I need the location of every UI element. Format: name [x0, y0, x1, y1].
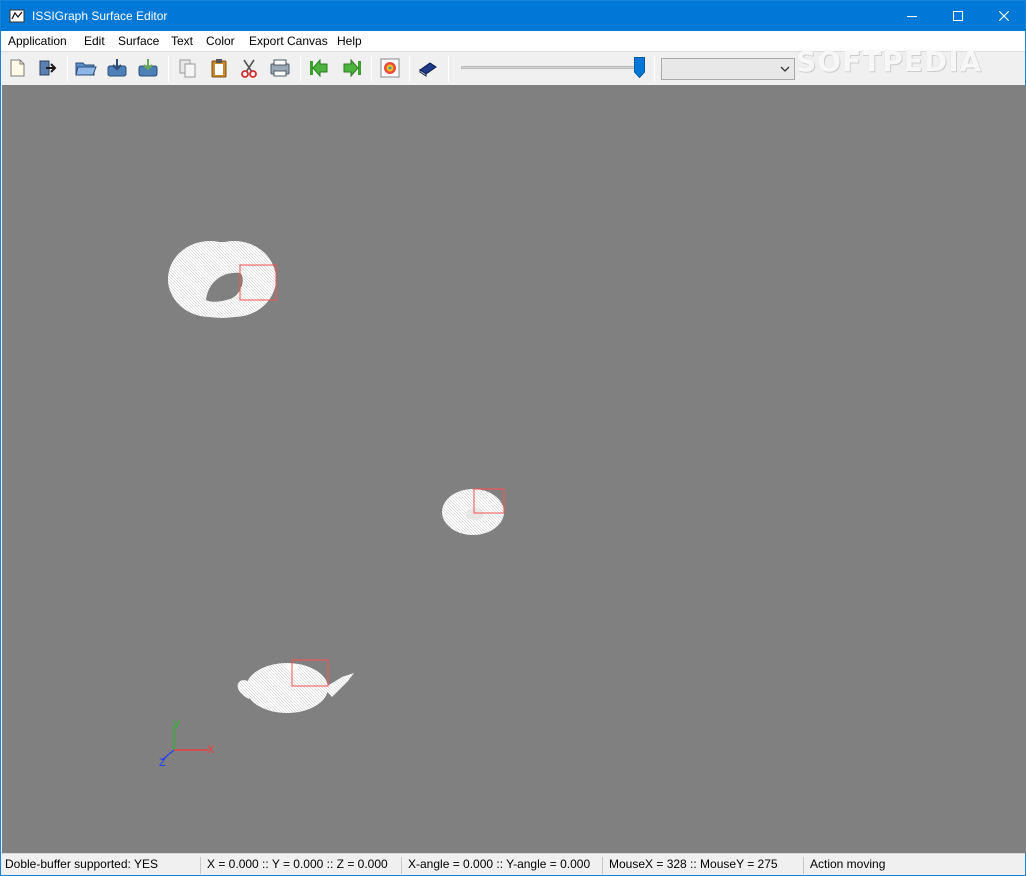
axis-x-label: X: [207, 744, 215, 756]
status-double-buffer: Doble-buffer supported: YES: [1, 857, 201, 874]
close-icon: [999, 11, 1009, 21]
previous-icon: [310, 58, 328, 78]
status-mouse: MouseX = 328 :: MouseY = 275: [605, 857, 804, 874]
new-button[interactable]: [5, 56, 29, 80]
cut-icon: [241, 59, 257, 78]
render-canvas[interactable]: X Y Z: [2, 85, 1026, 853]
maximize-button[interactable]: [935, 1, 981, 31]
app-icon: [9, 8, 25, 24]
title-bar[interactable]: ISSIGraph Surface Editor: [1, 1, 1025, 31]
menu-surface[interactable]: Surface: [118, 34, 159, 48]
exit-icon: [39, 60, 57, 76]
minimize-button[interactable]: [889, 1, 935, 31]
toolbar-separator: [448, 56, 449, 82]
status-xyz: X = 0.000 :: Y = 0.000 :: Z = 0.000: [203, 857, 402, 874]
menu-text[interactable]: Text: [171, 34, 193, 48]
toolbar-separator: [300, 56, 301, 82]
previous-button[interactable]: [307, 56, 331, 80]
next-button[interactable]: [340, 56, 364, 80]
open-folder-icon: [75, 62, 97, 76]
save-as-button[interactable]: [136, 56, 160, 80]
menu-help[interactable]: Help: [337, 34, 362, 48]
print-icon: [270, 59, 290, 77]
color-palette-icon: [380, 58, 400, 78]
toolbar-separator: [654, 56, 655, 82]
axes-gizmo: X Y Z: [159, 719, 215, 769]
minimize-icon: [907, 16, 917, 17]
window-title: ISSIGraph Surface Editor: [32, 9, 168, 23]
toolbar-separator: [409, 56, 410, 82]
app-window: ISSIGraph Surface Editor Application Edi…: [0, 0, 1026, 876]
color-button[interactable]: [378, 56, 402, 80]
open-button[interactable]: [74, 56, 98, 80]
toolbar-separator: [67, 56, 68, 82]
copy-button[interactable]: [176, 56, 200, 80]
status-bar: Doble-buffer supported: YES X = 0.000 ::…: [1, 853, 1025, 875]
paste-button[interactable]: [207, 56, 231, 80]
new-document-icon: [10, 59, 25, 77]
status-angles: X-angle = 0.000 :: Y-angle = 0.000: [404, 857, 603, 874]
next-icon: [343, 58, 361, 78]
exit-button[interactable]: [35, 56, 59, 80]
help-book-button[interactable]: [416, 56, 440, 80]
chevron-down-icon: [780, 66, 790, 72]
menu-application[interactable]: Application: [8, 34, 67, 48]
surface-select[interactable]: [661, 58, 795, 80]
print-button[interactable]: [268, 56, 292, 80]
disc-object[interactable]: [442, 488, 505, 535]
paste-icon: [211, 59, 227, 78]
menu-edit[interactable]: Edit: [84, 34, 105, 48]
torus-object[interactable]: [168, 241, 277, 318]
softpedia-watermark: SOFTPEDIA: [796, 45, 983, 78]
menu-export-canvas[interactable]: Export Canvas: [249, 34, 328, 48]
axis-z-label: Z: [159, 757, 166, 769]
save-as-icon: [138, 59, 158, 77]
zoom-slider-track[interactable]: [461, 66, 641, 69]
toolbar-separator: [371, 56, 372, 82]
save-button[interactable]: [105, 56, 129, 80]
close-button[interactable]: [981, 1, 1026, 31]
zoom-slider-thumb[interactable]: [634, 57, 645, 79]
axis-y-label: Y: [173, 719, 181, 731]
copy-icon: [179, 59, 196, 78]
menu-color[interactable]: Color: [206, 34, 235, 48]
teapot-object[interactable]: [237, 659, 354, 713]
status-action: Action moving: [810, 857, 886, 871]
save-icon: [107, 59, 127, 77]
maximize-icon: [953, 11, 963, 21]
cut-button[interactable]: [237, 56, 261, 80]
book-icon: [419, 62, 437, 77]
toolbar-separator: [168, 56, 169, 82]
